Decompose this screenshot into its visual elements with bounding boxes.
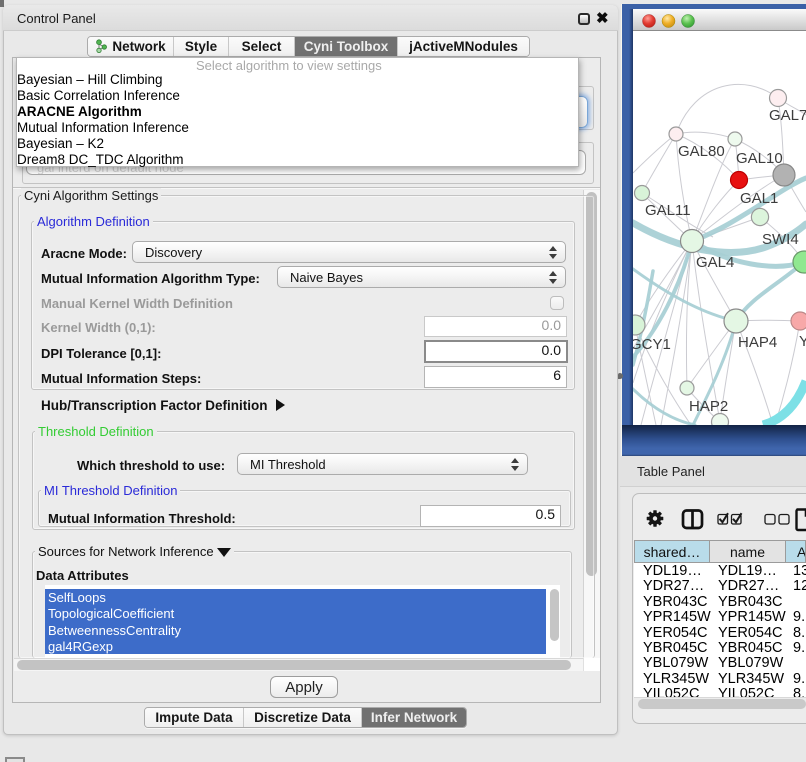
svg-text:GAL7: GAL7 (769, 107, 806, 124)
svg-text:HAP2: HAP2 (689, 398, 728, 415)
svg-text:GCY1: GCY1 (633, 336, 671, 353)
svg-text:GAL80: GAL80 (678, 143, 725, 160)
svg-text:GAL1: GAL1 (740, 190, 778, 207)
svg-text:Y: Y (799, 333, 806, 350)
svg-text:SWI4: SWI4 (762, 231, 799, 248)
svg-text:GAL11: GAL11 (645, 202, 691, 219)
svg-text:HAP4: HAP4 (738, 334, 777, 351)
svg-text:GAL4: GAL4 (696, 254, 734, 271)
svg-text:GAL10: GAL10 (736, 150, 783, 167)
